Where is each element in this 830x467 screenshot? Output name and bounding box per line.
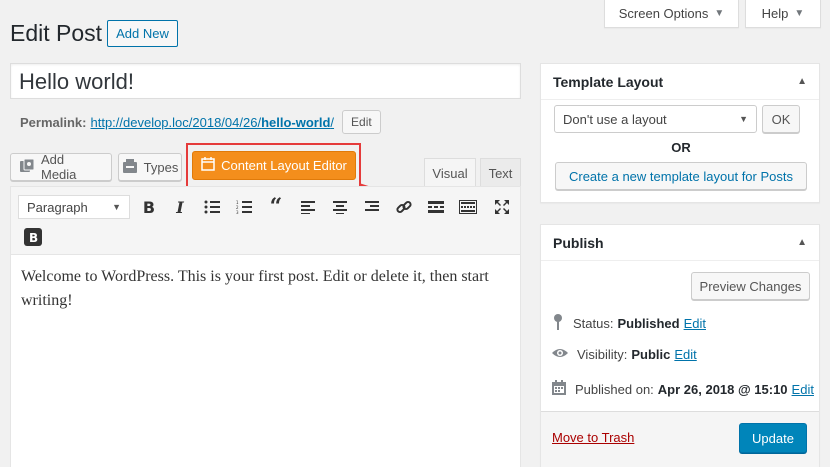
permalink-row: Permalink: http://develop.loc/2018/04/26… — [20, 110, 381, 134]
editor-content[interactable]: Welcome to WordPress. This is your first… — [21, 265, 511, 313]
bullet-list-icon[interactable] — [200, 195, 224, 219]
editor: Paragraph ▼ B I 123 “ B Welcome to WordP… — [10, 186, 521, 467]
collapse-arrow-icon[interactable]: ▲ — [797, 237, 807, 248]
format-select-value: Paragraph — [27, 199, 88, 215]
calendar-layout-icon — [201, 157, 215, 174]
types-label: Types — [143, 159, 179, 175]
publishing-actions: Move to Trash Update — [541, 411, 819, 467]
publish-header[interactable]: Publish ▲ — [541, 225, 819, 261]
permalink-edit-button[interactable]: Edit — [342, 110, 381, 134]
layout-select[interactable]: Don't use a layout ▼ — [554, 105, 757, 133]
post-title-input[interactable]: Hello world! — [10, 63, 521, 99]
caret-down-icon: ▼ — [794, 8, 805, 19]
svg-text:B: B — [29, 231, 38, 245]
screen-options-button[interactable]: Screen Options ▼ — [604, 0, 739, 28]
screen-options-label: Screen Options — [618, 6, 709, 21]
publish-title: Publish — [553, 234, 604, 251]
fullscreen-icon[interactable] — [490, 195, 514, 219]
pin-icon — [551, 313, 565, 334]
page-title: Edit Post — [10, 20, 103, 46]
tab-text[interactable]: Text — [480, 158, 521, 187]
published-row: Published on: Apr 26, 2018 @ 15:10 Edit — [551, 380, 814, 399]
published-label: Published on: — [575, 382, 654, 397]
visibility-value: Public — [631, 347, 671, 362]
visibility-label: Visibility: — [577, 347, 628, 362]
eye-icon — [551, 347, 569, 362]
align-left-icon[interactable] — [296, 195, 320, 219]
ok-button[interactable]: OK — [762, 105, 800, 133]
permalink-base: http://develop.loc/2018/04/26/ — [90, 114, 262, 130]
types-button[interactable]: Types — [118, 153, 182, 181]
create-template-layout-button[interactable]: Create a new template layout for Posts — [555, 162, 807, 190]
bold-icon[interactable]: B — [137, 195, 161, 219]
add-new-button[interactable]: Add New — [107, 20, 178, 47]
permalink-label: Permalink: — [20, 114, 87, 130]
preview-changes-button[interactable]: Preview Changes — [691, 272, 810, 300]
move-to-trash-link[interactable]: Move to Trash — [552, 430, 634, 445]
add-media-label: Add Media — [41, 152, 77, 182]
types-icon — [122, 158, 138, 177]
caret-down-icon: ▼ — [714, 8, 725, 19]
status-edit-link[interactable]: Edit — [684, 316, 706, 331]
template-layout-header[interactable]: Template Layout ▲ — [541, 64, 819, 100]
status-row: Status: Published Edit — [551, 313, 706, 334]
align-center-icon[interactable] — [328, 195, 352, 219]
read-more-icon[interactable] — [424, 195, 448, 219]
published-edit-link[interactable]: Edit — [792, 382, 814, 397]
format-select[interactable]: Paragraph ▼ — [18, 195, 130, 219]
publish-box: Publish ▲ Preview Changes Status: Publis… — [540, 224, 820, 467]
svg-text:3: 3 — [236, 210, 239, 214]
caret-down-icon: ▼ — [112, 202, 121, 212]
template-layout-box: Template Layout ▲ Don't use a layout ▼ O… — [540, 63, 820, 203]
align-right-icon[interactable] — [360, 195, 384, 219]
layout-builder-icon[interactable]: B — [21, 225, 45, 249]
editor-toolbar: Paragraph ▼ B I 123 “ B — [11, 187, 520, 255]
numbered-list-icon[interactable]: 123 — [232, 195, 256, 219]
visibility-edit-link[interactable]: Edit — [674, 347, 696, 362]
toolbar-toggle-icon[interactable] — [456, 195, 480, 219]
blockquote-icon[interactable]: “ — [264, 194, 288, 220]
collapse-arrow-icon[interactable]: ▲ — [797, 76, 807, 87]
status-label: Status: — [573, 316, 614, 331]
calendar-icon — [551, 380, 567, 399]
help-button[interactable]: Help ▼ — [745, 0, 821, 28]
content-layout-editor-label: Content Layout Editor — [221, 158, 347, 173]
visibility-row: Visibility: Public Edit — [551, 347, 697, 362]
published-value: Apr 26, 2018 @ 15:10 — [657, 382, 788, 397]
italic-icon[interactable]: I — [168, 195, 192, 219]
media-icon — [19, 158, 35, 177]
or-label: OR — [671, 140, 691, 155]
content-layout-editor-button[interactable]: Content Layout Editor — [192, 151, 356, 180]
permalink-end: / — [330, 114, 335, 130]
status-value: Published — [617, 316, 680, 331]
update-button[interactable]: Update — [739, 423, 807, 453]
add-media-button[interactable]: Add Media — [10, 152, 112, 182]
template-layout-title: Template Layout — [553, 73, 664, 90]
tab-visual[interactable]: Visual — [424, 158, 476, 187]
help-label: Help — [761, 6, 789, 21]
caret-down-icon: ▼ — [739, 114, 748, 124]
permalink-link[interactable]: http://develop.loc/2018/04/26/hello-worl… — [90, 115, 334, 130]
layout-select-value: Don't use a layout — [563, 111, 667, 127]
permalink-slug: hello-world — [261, 114, 331, 130]
link-icon[interactable] — [392, 195, 416, 219]
